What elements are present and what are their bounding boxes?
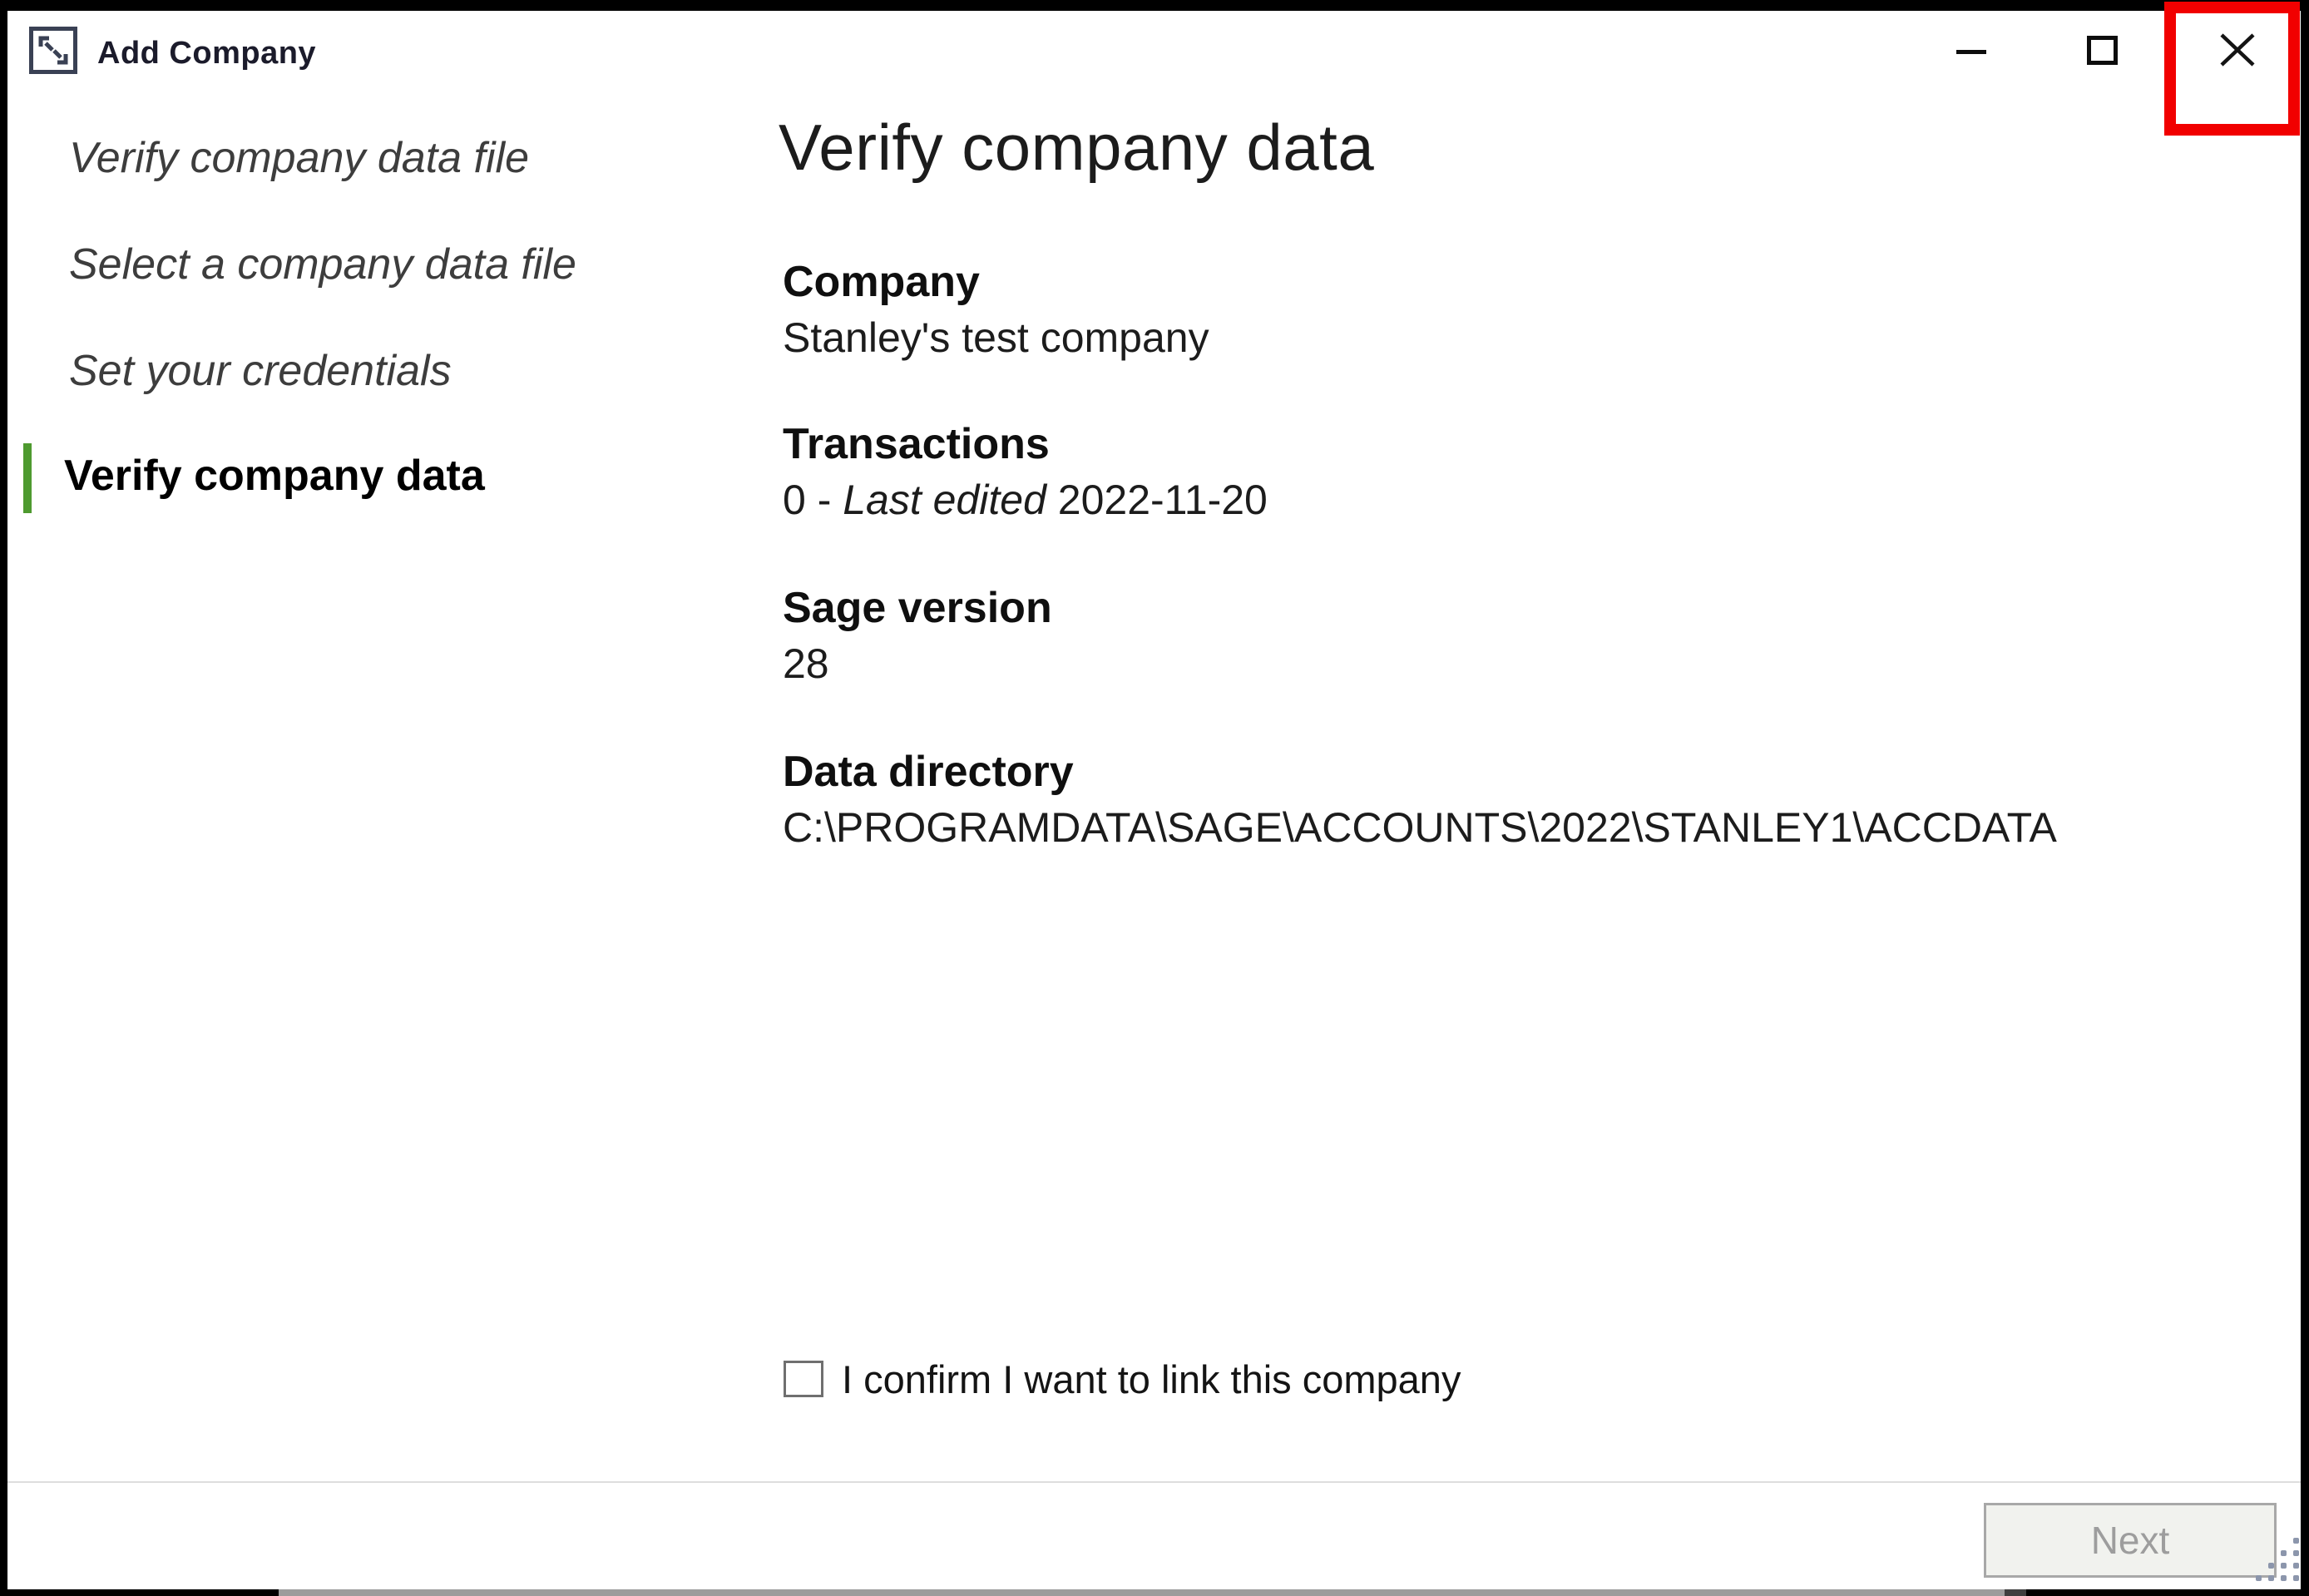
data-directory-value: C:\PROGRAMDATA\SAGE\ACCOUNTS\2022\STANLE… <box>783 803 2057 852</box>
window-border-right <box>2301 0 2309 1596</box>
maximize-icon <box>2087 36 2118 65</box>
next-button[interactable]: Next <box>1984 1503 2277 1578</box>
transactions-field: Transactions 0 - Last edited 2022-11-20 <box>783 418 1268 525</box>
page-title: Verify company data <box>779 110 1374 185</box>
step-verify-company-data-file: Verify company data file <box>69 131 529 185</box>
sage-version-value: 28 <box>783 639 1052 689</box>
footer-separator <box>7 1481 2301 1483</box>
add-company-window: Add Company Verify company data file Sel… <box>0 0 2309 1596</box>
company-field: Company Stanley's test company <box>783 256 1209 363</box>
resize-grip-icon[interactable] <box>2256 1538 2304 1586</box>
confirm-checkbox[interactable] <box>784 1361 823 1397</box>
step-set-your-credentials: Set your credentials <box>69 344 452 398</box>
company-value: Stanley's test company <box>783 313 1209 363</box>
transactions-label: Transactions <box>783 418 1268 470</box>
minimize-button[interactable] <box>1946 25 1996 75</box>
confirm-link-row: I confirm I want to link this company <box>784 1356 1461 1402</box>
sage-version-field: Sage version 28 <box>783 582 1052 689</box>
sage-version-label: Sage version <box>783 582 1052 634</box>
step-select-a-company-data-file: Select a company data file <box>69 238 576 291</box>
bottom-border-segment <box>0 1589 279 1596</box>
bottom-scrollbar-segment <box>279 1589 2005 1596</box>
company-label: Company <box>783 256 1209 308</box>
transactions-value: 0 - Last edited 2022-11-20 <box>783 475 1268 525</box>
data-directory-field: Data directory C:\PROGRAMDATA\SAGE\ACCOU… <box>783 746 2057 852</box>
bottom-border-segment <box>2005 1589 2026 1596</box>
close-button-highlight-box <box>2164 2 2300 136</box>
window-border-left <box>0 0 7 1596</box>
step-verify-company-data: Verify company data <box>64 449 485 502</box>
minimize-icon <box>1956 50 1986 54</box>
confirm-checkbox-label[interactable]: I confirm I want to link this company <box>842 1356 1461 1402</box>
maximize-button[interactable] <box>2078 25 2128 75</box>
window-border-top <box>0 0 2309 11</box>
bottom-border-segment <box>2026 1589 2309 1596</box>
window-title: Add Company <box>97 36 316 72</box>
add-company-app-icon <box>29 27 77 74</box>
active-step-marker <box>23 443 32 513</box>
data-directory-label: Data directory <box>783 746 2057 798</box>
